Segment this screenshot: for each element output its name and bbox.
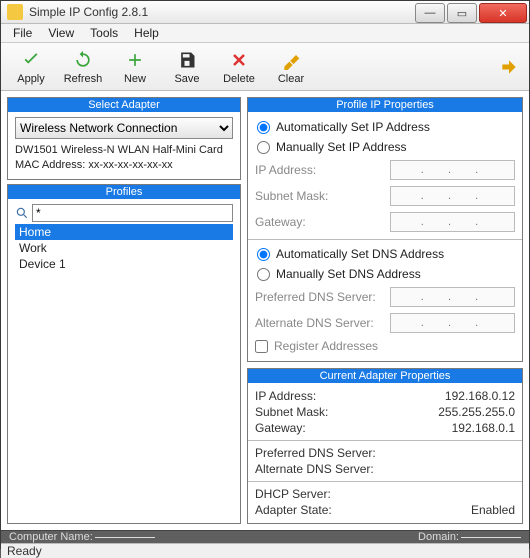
gateway-input (390, 212, 515, 232)
refresh-button[interactable]: Refresh (59, 45, 107, 89)
titlebar[interactable]: Simple IP Config 2.8.1 — ▭ ✕ (1, 1, 529, 24)
subnet-mask-input (390, 186, 515, 206)
save-icon (176, 49, 198, 71)
auto-dns-label: Automatically Set DNS Address (276, 247, 444, 261)
adapter-dropdown[interactable]: Wireless Network Connection (15, 117, 233, 139)
profile-item-work[interactable]: Work (15, 240, 233, 256)
save-button[interactable]: Save (163, 45, 211, 89)
content-area: Select Adapter Wireless Network Connecti… (1, 91, 529, 530)
select-adapter-panel: Select Adapter Wireless Network Connecti… (7, 97, 241, 180)
profile-item-device1[interactable]: Device 1 (15, 256, 233, 272)
manual-dns-label: Manually Set DNS Address (276, 267, 421, 281)
profile-search-input[interactable] (32, 204, 233, 222)
cur-subnet-label: Subnet Mask: (255, 405, 425, 419)
delete-button[interactable]: Delete (215, 45, 263, 89)
menu-file[interactable]: File (5, 24, 40, 42)
auto-ip-label: Automatically Set IP Address (276, 120, 430, 134)
collapse-arrow-icon[interactable] (499, 57, 519, 77)
pref-dns-input (390, 287, 515, 307)
alt-dns-input (390, 313, 515, 333)
cur-alt-dns-value (425, 462, 515, 476)
cur-alt-dns-label: Alternate DNS Server: (255, 462, 425, 476)
menu-help[interactable]: Help (126, 24, 167, 42)
ip-address-label: IP Address: (255, 163, 390, 177)
current-adapter-properties-header: Current Adapter Properties (248, 369, 522, 383)
select-adapter-header: Select Adapter (8, 98, 240, 112)
manual-ip-radio[interactable] (257, 141, 270, 154)
manual-ip-label: Manually Set IP Address (276, 140, 407, 154)
computer-name-value (95, 537, 155, 538)
minimize-button[interactable]: — (415, 3, 445, 23)
maximize-button[interactable]: ▭ (447, 3, 477, 23)
auto-dns-radio[interactable] (257, 248, 270, 261)
profiles-list[interactable]: Home Work Device 1 (15, 224, 233, 272)
clear-button[interactable]: Clear (267, 45, 315, 89)
cur-ip-value: 192.168.0.12 (425, 389, 515, 403)
auto-ip-radio[interactable] (257, 121, 270, 134)
apply-button[interactable]: Apply (7, 45, 55, 89)
app-window: Simple IP Config 2.8.1 — ▭ ✕ File View T… (0, 0, 530, 549)
domain-value (461, 537, 521, 538)
gateway-label: Gateway: (255, 215, 390, 229)
search-icon (15, 206, 29, 220)
new-button[interactable]: New (111, 45, 159, 89)
profile-ip-properties-header: Profile IP Properties (248, 98, 522, 112)
refresh-icon (72, 49, 94, 71)
window-title: Simple IP Config 2.8.1 (29, 5, 415, 19)
cur-ip-label: IP Address: (255, 389, 425, 403)
cur-state-label: Adapter State: (255, 503, 425, 517)
check-icon (20, 49, 42, 71)
cur-pref-dns-value (425, 446, 515, 460)
adapter-card-label: DW1501 Wireless-N WLAN Half-Mini Card (15, 143, 233, 158)
computer-name-label: Computer Name: (9, 531, 93, 543)
cur-pref-dns-label: Preferred DNS Server: (255, 446, 425, 460)
profiles-panel: Profiles Home Work Device 1 (7, 184, 241, 524)
close-button[interactable]: ✕ (479, 3, 527, 23)
domain-label: Domain: (418, 531, 459, 543)
clear-icon (280, 49, 302, 71)
subnet-mask-label: Subnet Mask: (255, 189, 390, 203)
profiles-header: Profiles (8, 185, 240, 199)
pref-dns-label: Preferred DNS Server: (255, 290, 390, 304)
register-addresses-checkbox[interactable] (255, 340, 268, 353)
plus-icon (124, 49, 146, 71)
manual-dns-radio[interactable] (257, 268, 270, 281)
cur-state-value: Enabled (425, 503, 515, 517)
cur-gateway-label: Gateway: (255, 421, 425, 435)
status-bar: Ready (1, 543, 529, 558)
profile-item-home[interactable]: Home (15, 224, 233, 240)
mac-address-label: MAC Address: xx-xx-xx-xx-xx-xx (15, 158, 233, 173)
menu-view[interactable]: View (40, 24, 82, 42)
menubar: File View Tools Help (1, 24, 529, 43)
delete-icon (228, 49, 250, 71)
status-text: Ready (7, 544, 42, 558)
menu-tools[interactable]: Tools (82, 24, 126, 42)
profile-ip-properties-panel: Profile IP Properties Automatically Set … (247, 97, 523, 362)
current-adapter-properties-panel: Current Adapter Properties IP Address:19… (247, 368, 523, 524)
cur-dhcp-value (425, 487, 515, 501)
toolbar: Apply Refresh New Save Delete Clear (1, 43, 529, 91)
ip-address-input (390, 160, 515, 180)
alt-dns-label: Alternate DNS Server: (255, 316, 390, 330)
cur-dhcp-label: DHCP Server: (255, 487, 425, 501)
register-addresses-label: Register Addresses (274, 339, 378, 353)
app-icon (7, 4, 23, 20)
cur-subnet-value: 255.255.255.0 (425, 405, 515, 419)
cur-gateway-value: 192.168.0.1 (425, 421, 515, 435)
status-bar-info: Computer Name: Domain: (1, 530, 529, 543)
